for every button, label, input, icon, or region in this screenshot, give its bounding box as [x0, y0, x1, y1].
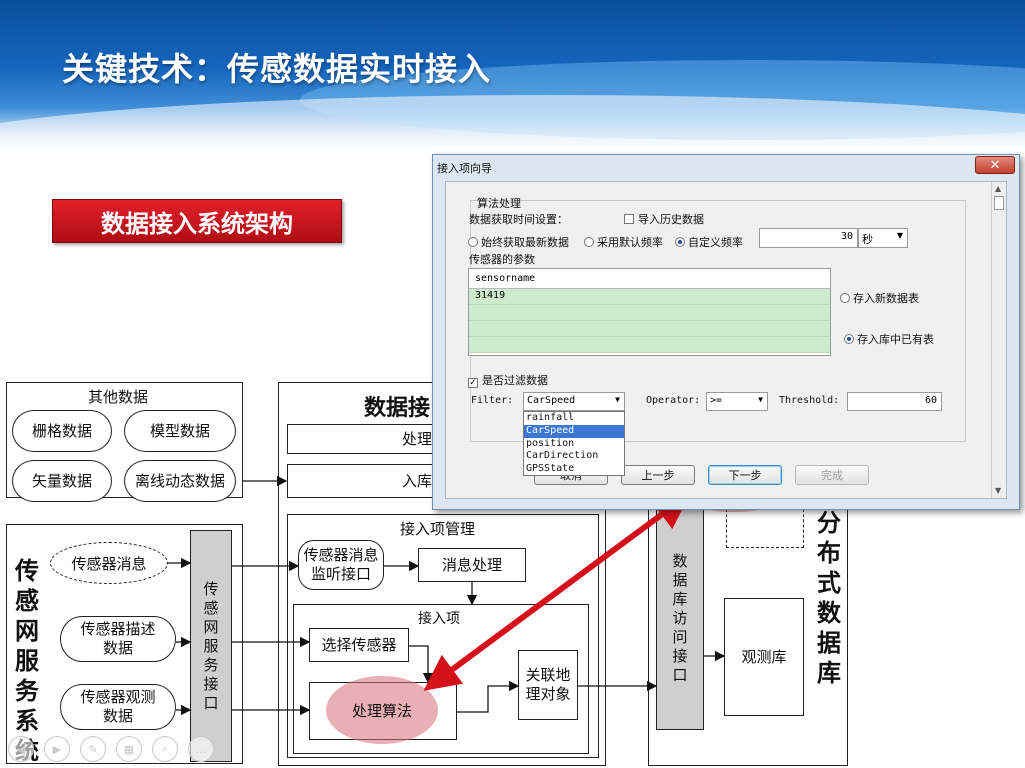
offline-dynamic-data: 离线动态数据 [124, 460, 236, 502]
scroll-up-icon[interactable]: ▲ [995, 184, 1001, 193]
table-row[interactable] [469, 305, 830, 321]
dialog-title: 接入项向导 [437, 162, 492, 175]
access-mgmt-title: 接入项管理 [400, 520, 476, 538]
radio-store-new[interactable]: 存入新数据表 [840, 290, 919, 306]
distributed-db-title: 分布式数据库 [817, 509, 841, 687]
radio-icon[interactable] [840, 293, 850, 303]
filter-dropdown-list[interactable]: rainfall CarSpeed position CarDirection … [523, 411, 625, 476]
gallery-icon[interactable]: ▦ [116, 736, 142, 762]
data-access-title: 数据接 [364, 396, 431, 421]
vector-data: 矢量数据 [12, 460, 112, 502]
link-geo-object: 关联地 理对象 [518, 650, 578, 720]
finish-button[interactable]: 完成 [795, 465, 869, 485]
filter-select[interactable]: CarSpeed ▼ [523, 392, 625, 411]
dropdown-option[interactable]: rainfall [524, 412, 624, 425]
group-title: 算法处理 [477, 197, 521, 210]
operator-select[interactable]: >= ▼ [706, 392, 768, 411]
chevron-down-icon: ▼ [896, 231, 903, 240]
sensor-service-title: 传感网服务系统 [15, 557, 39, 765]
select-sensor: 选择传感器 [309, 628, 409, 662]
radio-custom[interactable]: 自定义频率 [675, 234, 743, 250]
sensor-listen-interface: 传感器消息 监听接口 [298, 540, 384, 590]
table-row[interactable] [469, 337, 830, 353]
table-row[interactable] [469, 321, 830, 337]
prev-icon[interactable]: ◀ [8, 736, 34, 762]
import-history-checkbox[interactable]: 导入历史数据 [624, 211, 704, 227]
zoom-icon[interactable]: ⌕ [152, 736, 178, 762]
raster-data: 栅格数据 [12, 410, 112, 452]
scroll-down-icon[interactable]: ▼ [995, 486, 1001, 495]
radio-selected-icon[interactable] [844, 334, 854, 344]
pen-icon[interactable]: ✎ [80, 736, 106, 762]
operator-label: Operator: [646, 395, 701, 406]
checkbox-checked-icon[interactable]: ✓ [468, 378, 478, 388]
frequency-unit-select[interactable]: 秒 ▼ [858, 228, 908, 248]
filter-label: Filter: [471, 395, 514, 406]
process-bar: 处理 [287, 424, 447, 454]
radio-store-existing[interactable]: 存入库中已有表 [844, 331, 934, 347]
sensor-observe-data: 传感器观测 数据 [60, 684, 176, 730]
frequency-input[interactable]: 30 [759, 228, 858, 248]
close-icon[interactable]: ✕ [975, 156, 1015, 174]
algorithm-label: 处理算法 [352, 702, 413, 720]
storage-bar: 入库 [287, 464, 447, 498]
sensor-service-interface: 传感网服务接口 [190, 530, 232, 762]
more-icon[interactable]: … [188, 736, 214, 762]
dropdown-option[interactable]: GPSState [524, 463, 624, 476]
sensor-message-cloud: 传感器消息 [50, 542, 168, 584]
chevron-down-icon: ▼ [758, 395, 763, 404]
dropdown-option[interactable]: position [524, 438, 624, 451]
sensor-params-label: 传感器的参数 [469, 253, 535, 266]
access-item-title: 接入项 [418, 611, 460, 627]
dropdown-option[interactable]: CarDirection [524, 450, 624, 463]
time-setting-label: 数据获取时间设置： [469, 213, 568, 226]
section-button[interactable]: 数据接入系统架构 [52, 199, 342, 243]
vertical-scrollbar[interactable]: ▲ ▼ [991, 182, 1006, 498]
prev-button[interactable]: 上一步 [621, 465, 695, 485]
table-header: sensorname [469, 269, 830, 289]
message-process: 消息处理 [418, 548, 526, 582]
threshold-label: Threshold: [779, 395, 840, 406]
threshold-input[interactable]: 60 [847, 392, 942, 411]
radio-icon[interactable] [584, 237, 594, 247]
model-data: 模型数据 [124, 410, 236, 452]
sensor-describe-data: 传感器描述 数据 [60, 616, 176, 662]
slide-title: 关键技术：传感数据实时接入 [62, 50, 492, 88]
header-wave [0, 95, 1025, 150]
filter-checkbox[interactable]: ✓ 是否过滤数据 [468, 372, 548, 388]
dropdown-option-selected[interactable]: CarSpeed [524, 424, 624, 438]
radio-selected-icon[interactable] [675, 237, 685, 247]
next-icon[interactable]: ▶ [44, 736, 70, 762]
scroll-thumb[interactable] [994, 196, 1004, 210]
radio-icon[interactable] [468, 237, 478, 247]
db-access-interface: 数据库访问接口 [656, 506, 704, 730]
table-row[interactable]: 31419 [469, 289, 830, 305]
radio-default[interactable]: 采用默认频率 [584, 234, 663, 250]
sensor-params-table[interactable]: sensorname 31419 [468, 268, 831, 356]
radio-latest[interactable]: 始终获取最新数据 [468, 234, 569, 250]
next-button[interactable]: 下一步 [708, 465, 782, 485]
other-data-title: 其他数据 [88, 388, 149, 406]
chevron-down-icon: ▼ [615, 395, 620, 404]
observe-db: 观测库 [724, 598, 804, 716]
checkbox-icon[interactable] [624, 214, 634, 224]
